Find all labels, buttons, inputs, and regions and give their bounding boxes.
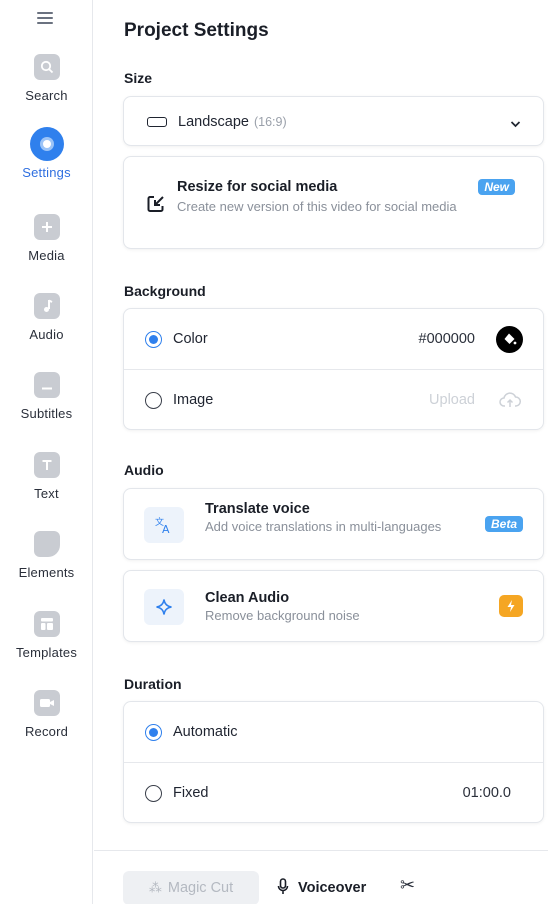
sidebar: Search Settings Media Audio Subtitles Te… (0, 0, 93, 904)
automatic-radio[interactable] (145, 723, 162, 741)
sidebar-item-record[interactable]: Record (0, 690, 93, 739)
chevron-down-icon (510, 115, 521, 133)
voiceover-label: Voiceover (298, 880, 367, 896)
sidebar-item-label: Search (25, 88, 68, 103)
color-radio[interactable] (145, 330, 162, 348)
sidebar-item-label: Media (28, 248, 65, 263)
sidebar-item-label: Record (24, 724, 69, 739)
svg-text:A: A (162, 523, 170, 534)
settings-icon (29, 127, 64, 161)
sidebar-item-settings[interactable]: Settings (0, 127, 93, 180)
clean-audio-description: Remove background noise (205, 608, 360, 623)
clean-audio-card[interactable]: Clean Audio Remove background noise (123, 570, 544, 642)
duration-section-label: Duration (124, 676, 182, 692)
background-options: Color #000000 Image Upload (123, 308, 544, 430)
magic-cut-button[interactable]: ⁂ Magic Cut (123, 871, 259, 904)
menu-icon[interactable] (37, 12, 53, 26)
paint-bucket-icon[interactable] (496, 325, 523, 353)
subtitles-icon (33, 372, 60, 398)
sparkle-icon (144, 589, 184, 625)
image-option-label: Image (173, 392, 214, 408)
sidebar-item-label: Text (34, 486, 59, 501)
upload-cloud-icon[interactable] (499, 392, 521, 413)
fixed-radio[interactable] (145, 784, 162, 802)
sidebar-item-audio[interactable]: Audio (0, 293, 93, 342)
resize-title: Resize for social media (177, 179, 338, 195)
beta-badge: Beta (484, 516, 523, 532)
text-icon (33, 452, 60, 478)
templates-icon (33, 611, 60, 637)
plus-icon (33, 214, 60, 240)
bottom-toolbar: ⁂ Magic Cut Voiceover ✂ (94, 850, 548, 904)
lightning-badge-icon (499, 595, 523, 617)
duration-automatic-option[interactable]: Automatic (124, 702, 543, 762)
voiceover-button[interactable]: Voiceover (277, 871, 366, 904)
color-option-label: Color (173, 331, 208, 347)
sidebar-item-label: Elements (18, 565, 75, 580)
upload-label[interactable]: Upload (429, 392, 475, 408)
sidebar-item-label: Audio (29, 327, 64, 342)
sidebar-item-label: Templates (15, 645, 78, 660)
automatic-option-label: Automatic (173, 724, 238, 740)
size-section-label: Size (124, 70, 153, 86)
translate-voice-title: Translate voice (205, 501, 310, 517)
resize-icon (146, 194, 166, 219)
background-section-label: Background (124, 283, 206, 299)
magic-wand-icon: ⁂ (148, 880, 162, 895)
sidebar-item-label: Subtitles (20, 406, 73, 421)
translate-voice-description: Add voice translations in multi-language… (205, 519, 442, 534)
search-icon (33, 54, 60, 80)
new-badge: New (478, 179, 515, 195)
size-select[interactable]: Landscape (16:9) (123, 96, 544, 146)
sidebar-item-elements[interactable]: Elements (0, 531, 93, 580)
duration-fixed-option[interactable]: Fixed 01:00.0 (124, 763, 543, 823)
elements-icon (33, 531, 60, 557)
background-color-option[interactable]: Color #000000 (124, 309, 543, 369)
scissors-icon[interactable]: ✂ (400, 875, 415, 896)
page-title: Project Settings (124, 20, 269, 41)
music-note-icon (33, 293, 60, 319)
resize-social-card[interactable]: Resize for social media Create new versi… (123, 156, 544, 249)
translate-icon: 文A (144, 507, 184, 543)
audio-section-label: Audio (124, 462, 164, 478)
fixed-duration-value[interactable]: 01:00.0 (463, 785, 511, 801)
clean-audio-title: Clean Audio (205, 590, 290, 606)
resize-description: Create new version of this video for soc… (177, 199, 457, 214)
camera-icon (33, 690, 60, 716)
size-select-ratio: (16:9) (253, 115, 287, 129)
translate-voice-card[interactable]: 文A Translate voice Add voice translation… (123, 488, 544, 560)
sidebar-item-label: Settings (22, 165, 71, 180)
sidebar-item-templates[interactable]: Templates (0, 611, 93, 660)
image-radio[interactable] (145, 391, 162, 409)
sidebar-item-search[interactable]: Search (0, 54, 93, 103)
landscape-icon (147, 117, 167, 127)
sidebar-item-media[interactable]: Media (0, 214, 93, 263)
duration-options: Automatic Fixed 01:00.0 (123, 701, 544, 823)
sidebar-item-subtitles[interactable]: Subtitles (0, 372, 93, 421)
fixed-option-label: Fixed (173, 785, 209, 801)
magic-cut-label: Magic Cut (167, 880, 234, 896)
microphone-icon (277, 877, 289, 899)
size-select-value: Landscape (178, 114, 249, 130)
color-hex-value: #000000 (418, 331, 475, 347)
background-image-option[interactable]: Image Upload (124, 370, 543, 430)
sidebar-item-text[interactable]: Text (0, 452, 93, 501)
